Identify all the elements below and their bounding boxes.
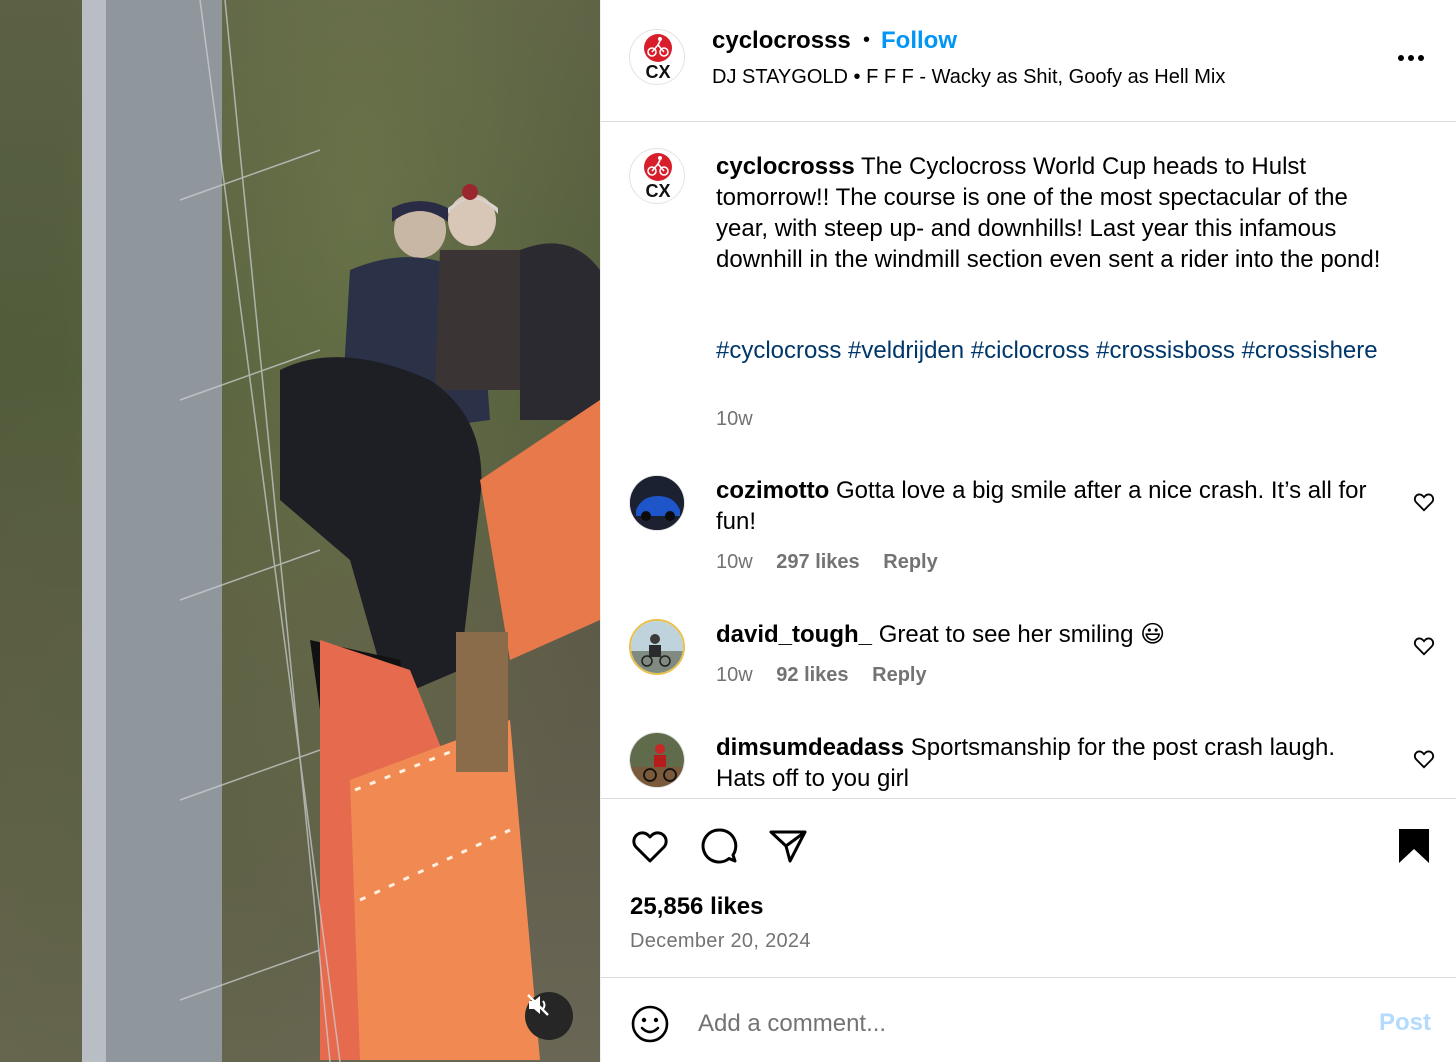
comment-text: cozimotto Gotta love a big smile after a… xyxy=(716,475,1376,537)
hashtag-link[interactable]: #crossisboss xyxy=(1096,337,1235,364)
reply-button[interactable]: Reply xyxy=(872,664,926,686)
comment-body: Great to see her smiling 😃 xyxy=(878,621,1166,648)
mute-button[interactable] xyxy=(525,992,573,1040)
post-actions: 25,856 likes December 20, 2024 xyxy=(601,798,1456,978)
commenter-avatar[interactable] xyxy=(629,619,685,675)
hashtag-link[interactable]: #cyclocross xyxy=(716,337,841,364)
follow-button[interactable]: Follow xyxy=(881,27,957,55)
comment-likes[interactable]: 92 likes xyxy=(776,664,848,686)
comment-likes[interactable]: 297 likes xyxy=(776,551,859,573)
hashtag-link[interactable]: #crossishere xyxy=(1242,337,1378,364)
commenter-avatar[interactable] xyxy=(629,475,685,531)
commenter-username[interactable]: dimsumdeadass xyxy=(716,734,904,761)
cx-logo-icon: CX xyxy=(644,34,672,82)
author-avatar[interactable]: CX xyxy=(629,29,685,85)
separator-dot: • xyxy=(863,29,871,51)
caption-username[interactable]: cyclocrosss xyxy=(716,153,855,180)
video-frame xyxy=(82,0,600,1062)
more-icon[interactable] xyxy=(1393,46,1429,70)
reply-button[interactable]: Reply xyxy=(883,551,937,573)
svg-text:CX: CX xyxy=(645,62,670,82)
cx-logo-icon: CX xyxy=(644,153,672,201)
post-date: December 20, 2024 xyxy=(630,930,811,952)
comments-scroll[interactable]: CX cyclocrosss The Cyclocross World Cup … xyxy=(601,123,1456,798)
comment-text: david_tough_ Great to see her smiling 😃 xyxy=(716,619,1376,650)
reel-video[interactable] xyxy=(0,0,600,1062)
like-comment-heart-icon[interactable] xyxy=(1413,748,1435,770)
caption: cyclocrosss The Cyclocross World Cup hea… xyxy=(716,151,1396,275)
comment-icon[interactable] xyxy=(698,825,740,867)
comment-input[interactable] xyxy=(698,1006,1338,1042)
heart-icon[interactable] xyxy=(629,825,671,867)
cyclist-avatar-icon xyxy=(630,733,684,787)
like-comment-heart-icon[interactable] xyxy=(1413,635,1435,657)
comment-time: 10w xyxy=(716,664,753,686)
comment-meta: 10w 297 likes Reply xyxy=(716,551,956,574)
svg-text:CX: CX xyxy=(645,181,670,201)
emoji-icon[interactable] xyxy=(630,1004,670,1044)
commenter-username[interactable]: cozimotto xyxy=(716,477,829,504)
share-icon[interactable] xyxy=(767,825,809,867)
post-header: CX cyclocrosss • Follow DJ STAYGOLD • F … xyxy=(601,0,1456,122)
car-avatar-icon xyxy=(630,476,684,530)
audio-track[interactable]: DJ STAYGOLD • F F F - Wacky as Shit, Goo… xyxy=(712,66,1225,89)
like-comment-heart-icon[interactable] xyxy=(1413,491,1435,513)
commenter-username[interactable]: david_tough_ xyxy=(716,621,872,648)
hashtag-link[interactable]: #veldrijden xyxy=(848,337,964,364)
caption-avatar[interactable]: CX xyxy=(629,148,685,204)
hashtag-list: #cyclocross #veldrijden #ciclocross #cro… xyxy=(716,335,1396,366)
comment-time: 10w xyxy=(716,551,753,573)
post-comment-button[interactable]: Post xyxy=(1379,1009,1431,1037)
author-username[interactable]: cyclocrosss xyxy=(712,27,851,55)
comment-meta: 10w 92 likes Reply xyxy=(716,664,945,687)
caption-timestamp: 10w xyxy=(716,408,753,430)
hashtag-link[interactable]: #ciclocross xyxy=(971,337,1090,364)
commenter-avatar[interactable] xyxy=(629,732,685,788)
like-count[interactable]: 25,856 likes xyxy=(630,893,763,921)
add-comment-bar: Post xyxy=(601,977,1456,1062)
mute-icon xyxy=(527,994,549,1016)
comment-text: dimsumdeadass Sportsmanship for the post… xyxy=(716,732,1376,794)
bookmark-icon[interactable] xyxy=(1393,825,1435,867)
cyclist-avatar-icon xyxy=(631,621,683,673)
post-panel: CX cyclocrosss • Follow DJ STAYGOLD • F … xyxy=(600,0,1456,1062)
